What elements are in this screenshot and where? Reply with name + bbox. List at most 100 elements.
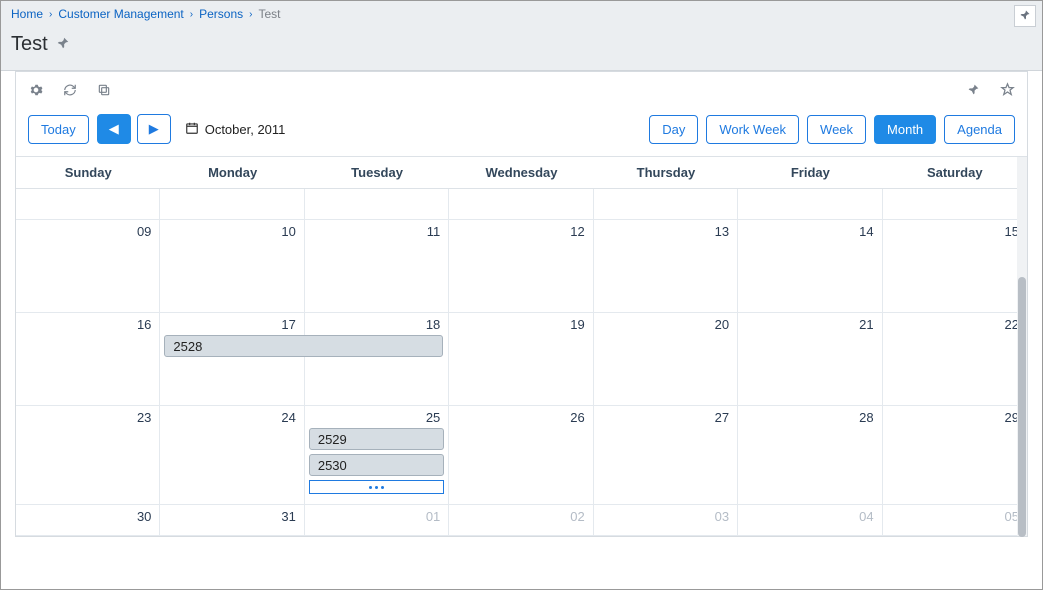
calendar-cell[interactable]: 26 [449, 406, 593, 504]
prev-button[interactable]: ◀ [97, 114, 131, 144]
calendar-cell[interactable]: 28 [738, 406, 882, 504]
ellipsis-icon [369, 486, 384, 489]
day-number: 25 [426, 410, 440, 425]
chevron-right-icon: › [49, 9, 52, 20]
calendar-cell[interactable]: 16 [16, 313, 160, 405]
calendar-cell[interactable]: 24 [160, 406, 304, 504]
calendar-cell[interactable]: 09 [16, 220, 160, 312]
calendar-cell[interactable]: 04 [738, 505, 882, 535]
chevron-right-icon: › [190, 9, 193, 20]
calendar-cell[interactable]: 22 [883, 313, 1027, 405]
breadcrumb-home[interactable]: Home [11, 7, 43, 21]
breadcrumb-persons[interactable]: Persons [199, 7, 243, 21]
calendar-cell[interactable]: 21 [738, 313, 882, 405]
calendar-cell[interactable]: 27 [594, 406, 738, 504]
calendar-cell[interactable]: 25 2529 2530 [305, 406, 449, 504]
dayheader-sunday: Sunday [16, 157, 160, 188]
copy-icon[interactable] [96, 83, 112, 100]
calendar-cell[interactable] [883, 189, 1027, 219]
date-text: October, 2011 [205, 122, 286, 137]
calendar-event[interactable]: 2529 [309, 428, 444, 450]
calendar-cell[interactable]: 29 [883, 406, 1027, 504]
app-frame: Home › Customer Management › Persons › T… [0, 0, 1043, 590]
date-label[interactable]: October, 2011 [185, 121, 286, 138]
dayheader-tuesday: Tuesday [305, 157, 449, 188]
calendar-cell[interactable] [160, 189, 304, 219]
calendar-cell[interactable]: 19 [449, 313, 593, 405]
dayheader-monday: Monday [160, 157, 304, 188]
dayheader-friday: Friday [738, 157, 882, 188]
scrollbar-thumb[interactable] [1018, 277, 1026, 537]
calendar-cell[interactable]: 20 [594, 313, 738, 405]
day-number: 26 [570, 410, 584, 425]
breadcrumb: Home › Customer Management › Persons › T… [1, 1, 1042, 27]
calendar-cell[interactable]: 15 [883, 220, 1027, 312]
day-headers: Sunday Monday Tuesday Wednesday Thursday… [16, 157, 1027, 189]
more-events-button[interactable] [309, 480, 444, 494]
week-row: 23 24 25 2529 2530 26 27 28 29 [16, 406, 1027, 505]
calendar-cell[interactable]: 01 [305, 505, 449, 535]
day-number: 13 [715, 224, 729, 239]
today-button[interactable]: Today [28, 115, 89, 144]
day-number: 30 [137, 509, 151, 524]
title-row: Test [1, 27, 1042, 70]
gear-icon[interactable] [28, 83, 44, 100]
view-agenda[interactable]: Agenda [944, 115, 1015, 144]
view-day[interactable]: Day [649, 115, 698, 144]
calendar-cell[interactable]: 23 [16, 406, 160, 504]
star-icon[interactable] [999, 82, 1015, 100]
calendar-cell[interactable]: 03 [594, 505, 738, 535]
pin-icon[interactable] [965, 83, 981, 99]
page-title: Test [11, 33, 48, 56]
chevron-right-icon: ▶ [149, 121, 159, 136]
panel-toolbar [16, 72, 1027, 110]
refresh-icon[interactable] [62, 83, 78, 100]
day-number: 11 [427, 224, 441, 239]
day-number: 14 [859, 224, 873, 239]
week-row: 30 31010203 04 05 [16, 505, 1027, 536]
breadcrumb-customer-management[interactable]: Customer Management [58, 7, 183, 21]
day-number: 21 [859, 317, 873, 332]
day-number: 17 [281, 317, 295, 332]
day-number: 27 [715, 410, 729, 425]
dayheader-saturday: Saturday [883, 157, 1027, 188]
calendar-cell[interactable]: 14 [738, 220, 882, 312]
calendar-cell[interactable]: 05 [883, 505, 1027, 535]
pin-icon[interactable] [56, 36, 70, 53]
chevron-left-icon: ◀ [109, 121, 119, 136]
view-switcher: Day Work Week Week Month Agenda [649, 115, 1015, 144]
dayheader-thursday: Thursday [594, 157, 738, 188]
calendar-cell[interactable] [738, 189, 882, 219]
calendar-cell[interactable] [305, 189, 449, 219]
calendar-cell[interactable]: 30 [16, 505, 160, 535]
calendar-grid: 0910111213141516172528181920212223242525… [16, 189, 1027, 536]
calendar-cell[interactable]: 18 [305, 313, 449, 405]
calendar-body: Sunday Monday Tuesday Wednesday Thursday… [16, 156, 1027, 536]
day-number: 28 [859, 410, 873, 425]
calendar-cell[interactable]: 13 [594, 220, 738, 312]
content: Today ◀ ▶ October, 2011 Day [1, 71, 1042, 551]
vertical-scrollbar[interactable] [1017, 157, 1027, 536]
calendar-cell[interactable]: 02 [449, 505, 593, 535]
pin-page-button[interactable] [1014, 5, 1036, 27]
day-number: 09 [137, 224, 151, 239]
next-button[interactable]: ▶ [137, 114, 171, 144]
calendar-cell[interactable]: 12 [449, 220, 593, 312]
dayheader-wednesday: Wednesday [449, 157, 593, 188]
week-row [16, 189, 1027, 220]
calendar-event[interactable]: 2530 [309, 454, 444, 476]
calendar-cell[interactable]: 10 [160, 220, 304, 312]
calendar-cell[interactable]: 11 [305, 220, 449, 312]
day-number: 04 [859, 509, 873, 524]
breadcrumb-current: Test [258, 7, 280, 21]
calendar-cell[interactable]: 31 [160, 505, 304, 535]
view-week[interactable]: Week [807, 115, 866, 144]
calendar-cell[interactable] [16, 189, 160, 219]
view-work-week[interactable]: Work Week [706, 115, 799, 144]
view-month[interactable]: Month [874, 115, 936, 144]
calendar-cell[interactable] [594, 189, 738, 219]
day-number: 23 [137, 410, 151, 425]
calendar-cell[interactable] [449, 189, 593, 219]
calendar-cell[interactable]: 172528 [160, 313, 304, 405]
pin-icon [1019, 9, 1031, 24]
